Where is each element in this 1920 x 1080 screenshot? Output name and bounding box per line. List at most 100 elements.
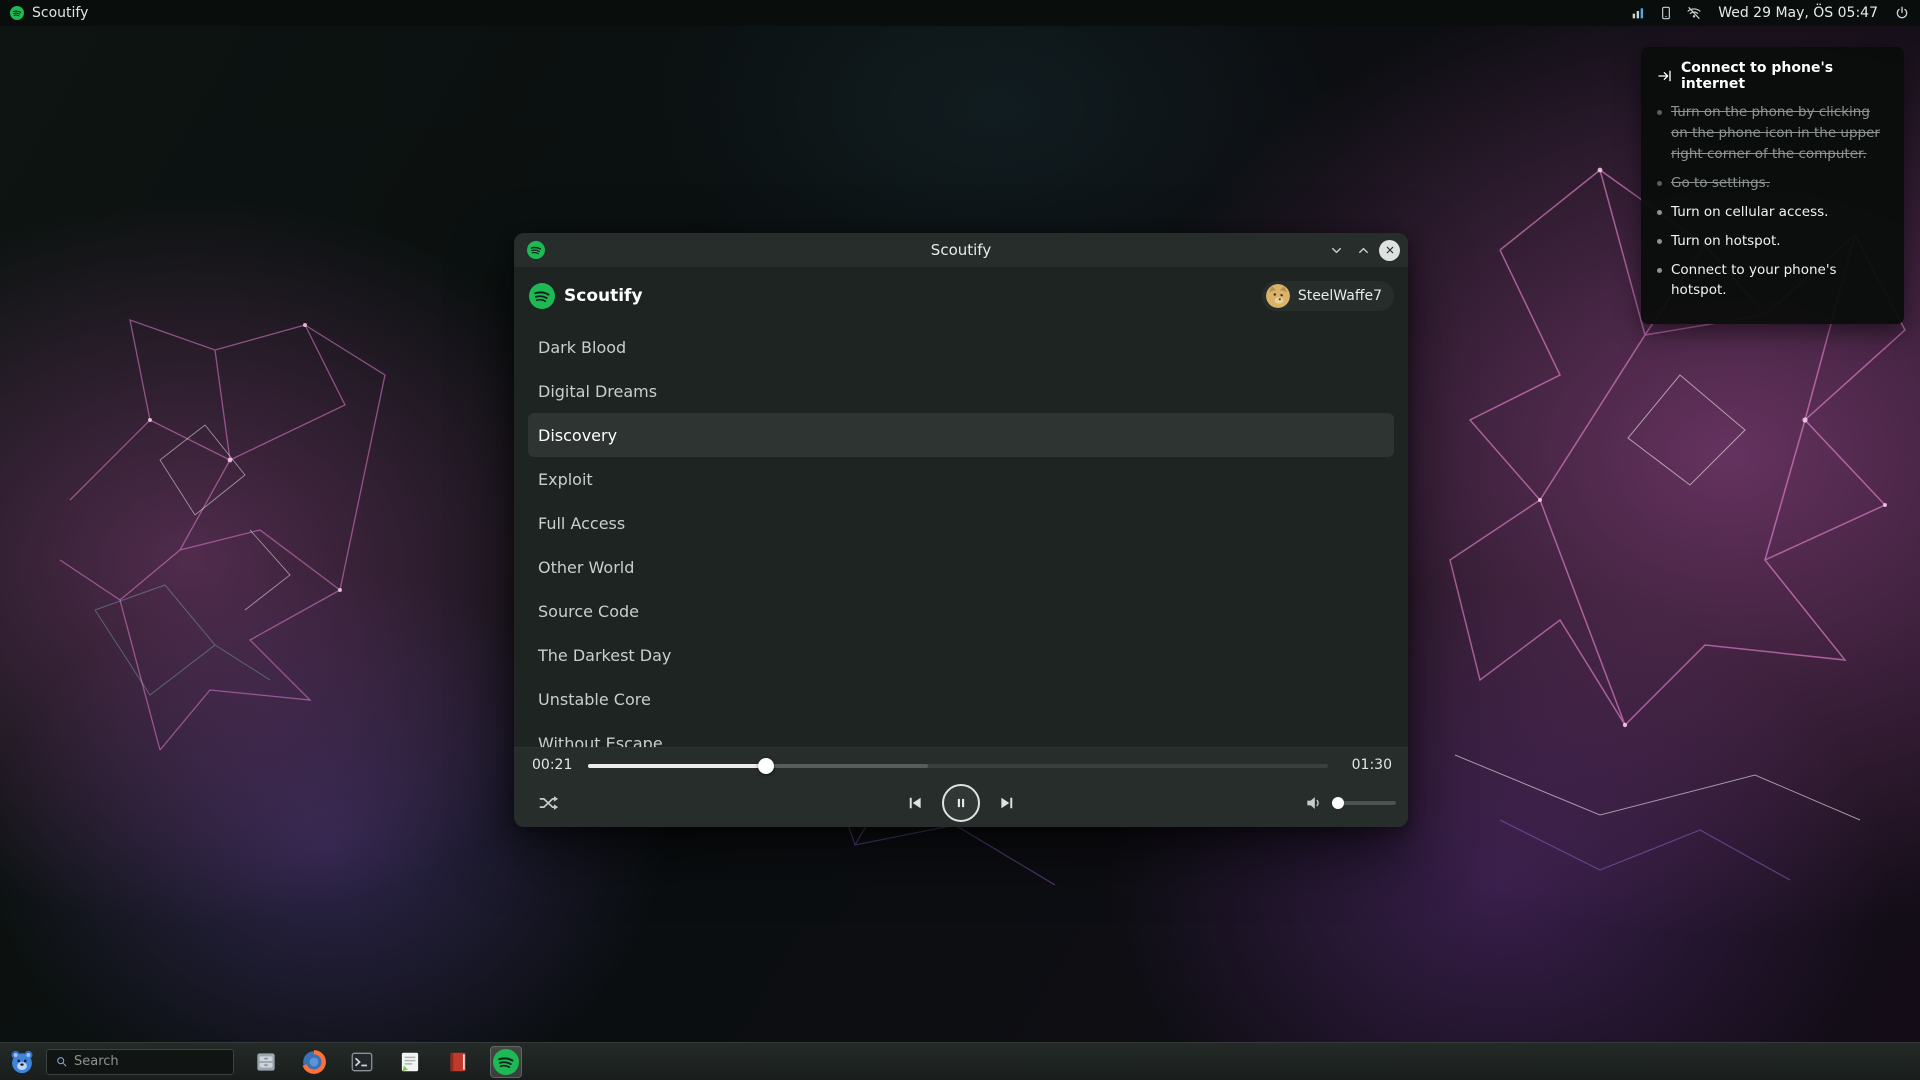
track-name: Without Escape bbox=[538, 734, 663, 748]
bullet-icon bbox=[1657, 110, 1662, 115]
app-name: Scoutify bbox=[564, 286, 643, 306]
app-icon bbox=[10, 6, 24, 20]
task-list: Turn on the phone by clicking on the pho… bbox=[1657, 102, 1888, 301]
file-manager-icon bbox=[253, 1049, 279, 1075]
taskbar-notes[interactable] bbox=[394, 1046, 426, 1078]
track-name: Exploit bbox=[538, 470, 593, 489]
track-row[interactable]: The Darkest Day bbox=[528, 633, 1394, 677]
track-row[interactable]: Full Access bbox=[528, 501, 1394, 545]
previous-track-button[interactable] bbox=[904, 792, 926, 814]
track-list: Dark Blood Digital Dreams Discovery Expl… bbox=[514, 325, 1408, 747]
window-titlebar[interactable]: Scoutify bbox=[514, 233, 1408, 267]
focused-app-menu[interactable]: Scoutify bbox=[10, 5, 88, 21]
username: SteelWaffe7 bbox=[1298, 288, 1382, 304]
shuffle-icon bbox=[537, 792, 559, 814]
search-input[interactable] bbox=[74, 1054, 225, 1069]
taskbar-file-manager[interactable] bbox=[250, 1046, 282, 1078]
skip-next-icon bbox=[998, 794, 1016, 812]
terminal-icon bbox=[349, 1049, 375, 1075]
bear-menu-icon bbox=[8, 1048, 36, 1076]
task-panel-title: Connect to phone's internet bbox=[1681, 60, 1888, 92]
player-bar: 00:21 01:30 bbox=[514, 747, 1408, 827]
elapsed-time: 00:21 bbox=[532, 757, 572, 773]
progress-knob[interactable] bbox=[758, 758, 774, 774]
track-name: Discovery bbox=[538, 426, 617, 445]
login-arrow-icon bbox=[1657, 68, 1673, 84]
chevron-up-icon bbox=[1356, 243, 1371, 258]
track-row[interactable]: Without Escape bbox=[528, 721, 1394, 747]
start-menu-button[interactable] bbox=[8, 1046, 40, 1078]
track-row[interactable]: Source Code bbox=[528, 589, 1394, 633]
spotify-icon bbox=[527, 241, 545, 259]
clock[interactable]: Wed 29 May, ÖS 05:47 bbox=[1714, 5, 1882, 21]
task-item: Turn on the phone by clicking on the pho… bbox=[1657, 102, 1888, 165]
track-row[interactable]: Exploit bbox=[528, 457, 1394, 501]
track-name: Digital Dreams bbox=[538, 382, 657, 401]
taskbar-reader[interactable] bbox=[442, 1046, 474, 1078]
phone-icon[interactable] bbox=[1658, 5, 1674, 21]
taskbar-apps bbox=[250, 1046, 522, 1078]
window-controls bbox=[1325, 239, 1400, 261]
taskbar bbox=[0, 1042, 1920, 1080]
volume-slider[interactable] bbox=[1332, 797, 1396, 809]
firefox-icon bbox=[301, 1049, 327, 1075]
task-item-text: Turn on hotspot. bbox=[1671, 231, 1781, 252]
task-item: Go to settings. bbox=[1657, 173, 1888, 194]
power-icon[interactable] bbox=[1894, 5, 1910, 21]
status-area: Wed 29 May, ÖS 05:47 bbox=[1630, 5, 1910, 21]
pause-button[interactable] bbox=[942, 784, 980, 822]
minimize-button[interactable] bbox=[1325, 239, 1347, 261]
app-header: Scoutify SteelWaffe7 bbox=[514, 267, 1408, 325]
close-button[interactable] bbox=[1379, 240, 1400, 261]
track-row[interactable]: Discovery bbox=[528, 413, 1394, 457]
wifi-off-icon[interactable] bbox=[1686, 5, 1702, 21]
task-item-text: Go to settings. bbox=[1671, 173, 1770, 194]
track-row[interactable]: Unstable Core bbox=[528, 677, 1394, 721]
user-menu[interactable]: SteelWaffe7 bbox=[1262, 281, 1394, 311]
desktop: Scoutify Wed 29 May, ÖS 05:47 Connect to… bbox=[0, 0, 1920, 1080]
volume-controls bbox=[1304, 793, 1396, 813]
bullet-icon bbox=[1657, 239, 1662, 244]
signal-bars-icon[interactable] bbox=[1630, 5, 1646, 21]
track-row[interactable]: Digital Dreams bbox=[528, 369, 1394, 413]
taskbar-terminal[interactable] bbox=[346, 1046, 378, 1078]
bullet-icon bbox=[1657, 268, 1662, 273]
track-row[interactable]: Other World bbox=[528, 545, 1394, 589]
search-icon bbox=[55, 1055, 68, 1068]
task-panel-header: Connect to phone's internet bbox=[1657, 60, 1888, 92]
bullet-icon bbox=[1657, 210, 1662, 215]
transport-controls bbox=[904, 784, 1018, 822]
focused-app-title: Scoutify bbox=[32, 5, 88, 21]
spotify-icon bbox=[493, 1049, 519, 1075]
skip-previous-icon bbox=[906, 794, 924, 812]
volume-knob[interactable] bbox=[1332, 797, 1344, 809]
chevron-down-icon bbox=[1329, 243, 1344, 258]
track-name: Source Code bbox=[538, 602, 639, 621]
scoutify-window: Scoutify Scoutify bbox=[514, 233, 1408, 827]
next-track-button[interactable] bbox=[996, 792, 1018, 814]
bullet-icon bbox=[1657, 181, 1662, 186]
doge-avatar-icon bbox=[1266, 284, 1290, 308]
maximize-button[interactable] bbox=[1352, 239, 1374, 261]
total-time: 01:30 bbox=[1352, 757, 1392, 773]
track-row[interactable]: Dark Blood bbox=[528, 325, 1394, 369]
window-title: Scoutify bbox=[514, 241, 1408, 259]
progress-fill bbox=[588, 764, 766, 768]
volume-icon[interactable] bbox=[1304, 793, 1324, 813]
track-name: The Darkest Day bbox=[538, 646, 671, 665]
progress-bar[interactable] bbox=[588, 758, 1328, 774]
taskbar-search[interactable] bbox=[46, 1049, 234, 1075]
scoutify-logo bbox=[529, 283, 555, 309]
task-item: Turn on hotspot. bbox=[1657, 231, 1888, 252]
shuffle-button[interactable] bbox=[536, 792, 560, 816]
track-name: Dark Blood bbox=[538, 338, 626, 357]
close-icon bbox=[1384, 244, 1396, 256]
task-item-text: Connect to your phone's hotspot. bbox=[1671, 260, 1888, 302]
track-name: Full Access bbox=[538, 514, 625, 533]
user-avatar bbox=[1266, 284, 1290, 308]
taskbar-scoutify[interactable] bbox=[490, 1046, 522, 1078]
app-brand: Scoutify bbox=[529, 283, 643, 309]
task-panel: Connect to phone's internet Turn on the … bbox=[1641, 47, 1904, 324]
taskbar-firefox[interactable] bbox=[298, 1046, 330, 1078]
task-item-text: Turn on the phone by clicking on the pho… bbox=[1671, 102, 1888, 165]
